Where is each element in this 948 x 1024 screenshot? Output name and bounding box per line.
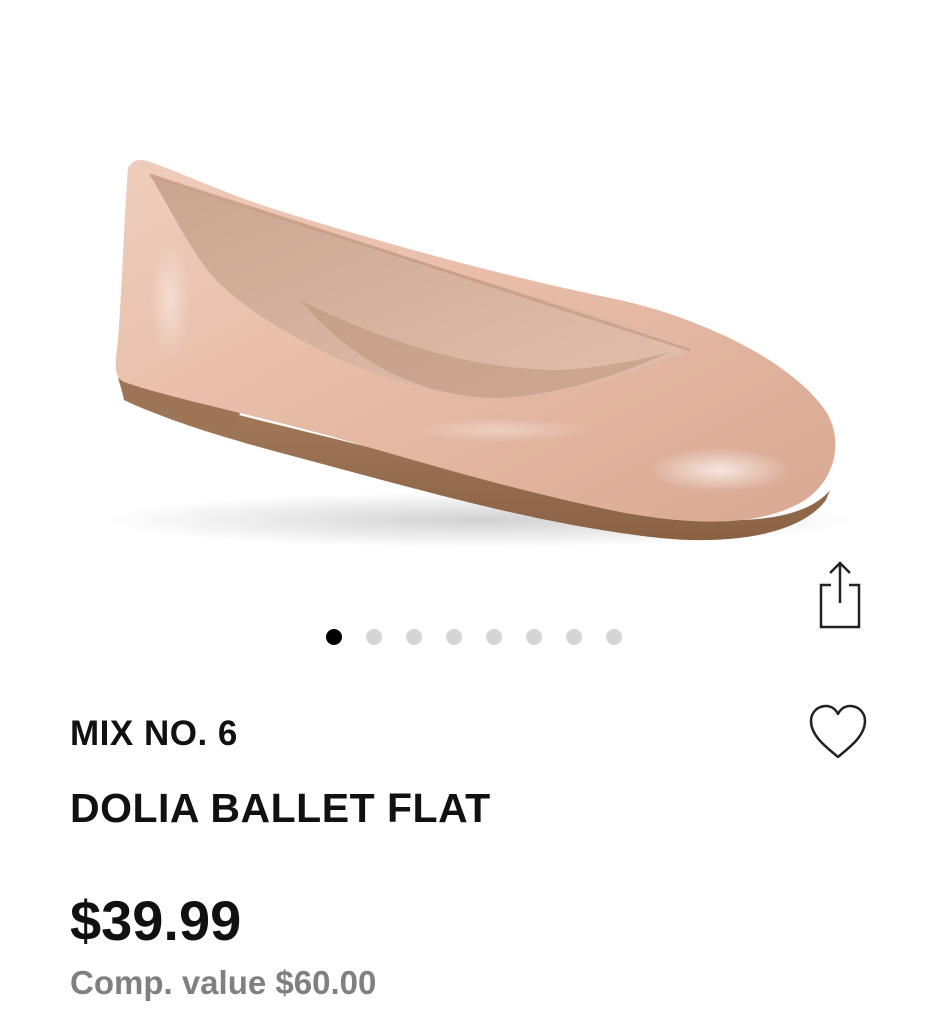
comp-value: Comp. value $60.00 — [70, 964, 377, 1001]
carousel-dot[interactable] — [606, 629, 622, 645]
carousel-dot[interactable] — [486, 629, 502, 645]
brand-name[interactable]: MIX NO. 6 — [70, 714, 238, 754]
carousel-dot[interactable] — [446, 629, 462, 645]
product-price: $39.99 — [70, 889, 242, 952]
carousel-dot[interactable] — [326, 629, 342, 645]
carousel-dot[interactable] — [406, 629, 422, 645]
share-button[interactable] — [808, 556, 872, 632]
favorite-button[interactable] — [803, 700, 873, 764]
heart-icon — [809, 704, 867, 759]
product-name: DOLIA BALLET FLAT — [70, 785, 491, 831]
share-icon — [819, 561, 861, 629]
carousel-dot[interactable] — [366, 629, 382, 645]
product-image[interactable] — [0, 0, 948, 600]
carousel-dot[interactable] — [526, 629, 542, 645]
carousel-pagination — [0, 629, 948, 645]
ballet-flat-image — [100, 160, 860, 548]
carousel-dot[interactable] — [566, 629, 582, 645]
